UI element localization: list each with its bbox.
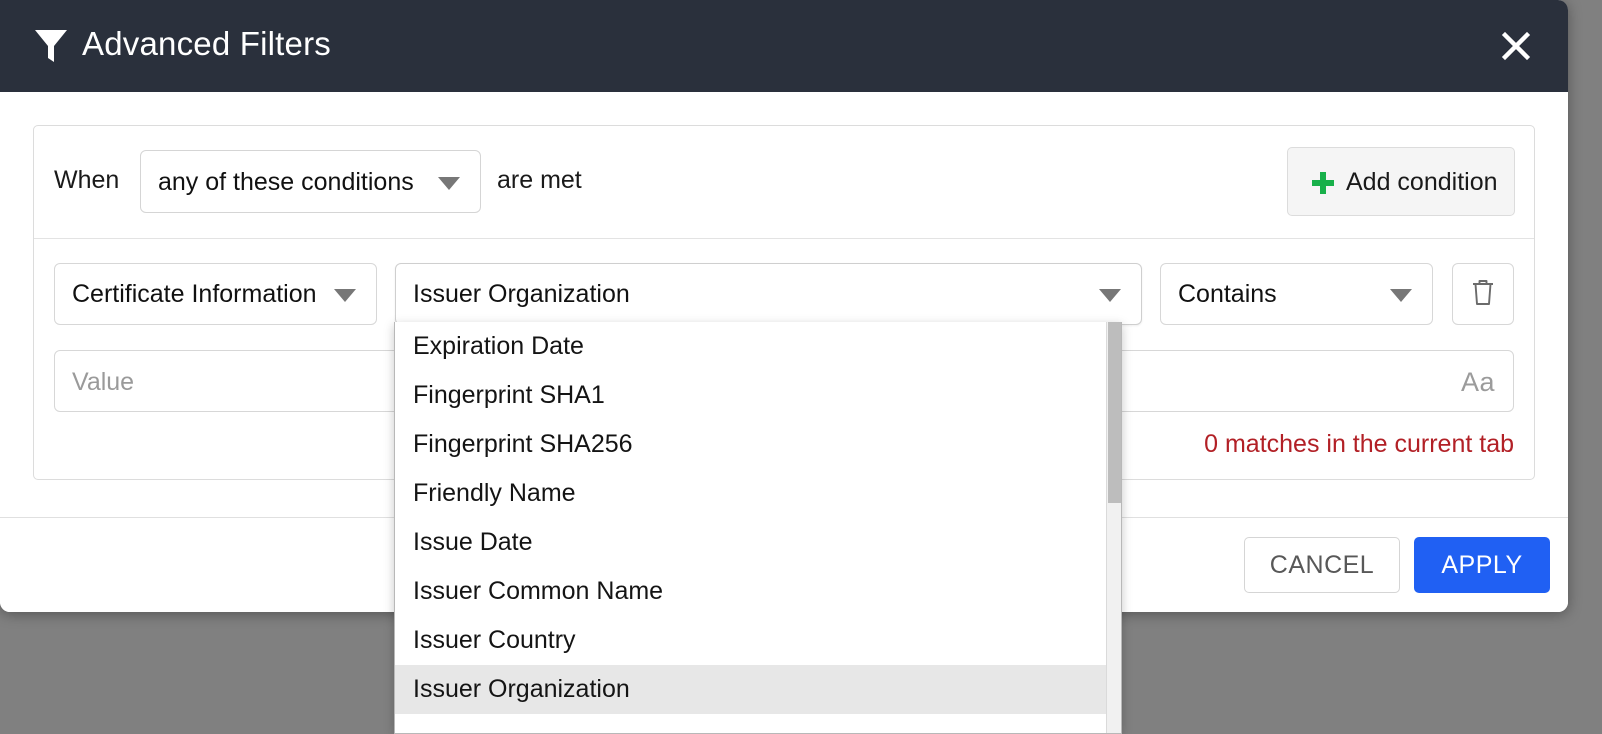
dropdown-item[interactable]: Issuer Organization	[395, 665, 1121, 714]
matches-status: 0 matches in the current tab	[1204, 430, 1514, 458]
plus-icon	[1312, 172, 1334, 194]
case-sensitivity-toggle[interactable]: Aa	[1461, 367, 1495, 398]
value-placeholder: Value	[72, 368, 135, 396]
match-type-value: any of these conditions	[158, 168, 414, 196]
operator-select[interactable]: Contains	[1160, 263, 1433, 325]
category-select[interactable]: Certificate Information	[54, 263, 377, 325]
cancel-button[interactable]: CANCEL	[1244, 537, 1400, 593]
dropdown-item[interactable]: Fingerprint SHA256	[395, 420, 1121, 469]
apply-button[interactable]: APPLY	[1414, 537, 1550, 593]
when-row: When any of these conditions are met Add…	[34, 126, 1534, 239]
dropdown-item[interactable]: Expiration Date	[395, 322, 1121, 371]
dropdown-item[interactable]: Issue Date	[395, 518, 1121, 567]
dropdown-scrollbar-track[interactable]	[1106, 322, 1121, 733]
field-select[interactable]: Issuer Organization	[395, 263, 1142, 325]
dropdown-item[interactable]: Friendly Name	[395, 469, 1121, 518]
chevron-down-icon	[334, 289, 356, 302]
dialog-header: Advanced Filters	[0, 0, 1568, 92]
are-met-label: are met	[497, 166, 582, 194]
page-title: Advanced Filters	[82, 25, 331, 62]
when-label: When	[54, 166, 120, 194]
trash-icon	[1470, 277, 1496, 312]
category-value: Certificate Information	[72, 280, 317, 308]
dropdown-item[interactable]: Fingerprint SHA1	[395, 371, 1121, 420]
add-condition-button[interactable]: Add condition	[1287, 147, 1515, 216]
field-value: Issuer Organization	[413, 280, 630, 308]
delete-condition-button[interactable]	[1452, 263, 1514, 325]
close-icon[interactable]	[1494, 24, 1538, 68]
funnel-icon	[34, 27, 68, 65]
chevron-down-icon	[1390, 289, 1412, 302]
dropdown-scrollbar-thumb[interactable]	[1108, 322, 1121, 503]
chevron-down-icon	[1099, 289, 1121, 302]
field-dropdown-items: Expiration Date Fingerprint SHA1 Fingerpri…	[395, 322, 1121, 714]
dropdown-item[interactable]: Issuer Country	[395, 616, 1121, 665]
match-type-select[interactable]: any of these conditions	[140, 150, 481, 213]
field-dropdown-list: Expiration Date Fingerprint SHA1 Fingerpri…	[394, 322, 1122, 734]
operator-value: Contains	[1178, 280, 1277, 308]
add-condition-label: Add condition	[1346, 168, 1498, 196]
chevron-down-icon	[438, 177, 460, 190]
dropdown-item[interactable]: Issuer Common Name	[395, 567, 1121, 616]
